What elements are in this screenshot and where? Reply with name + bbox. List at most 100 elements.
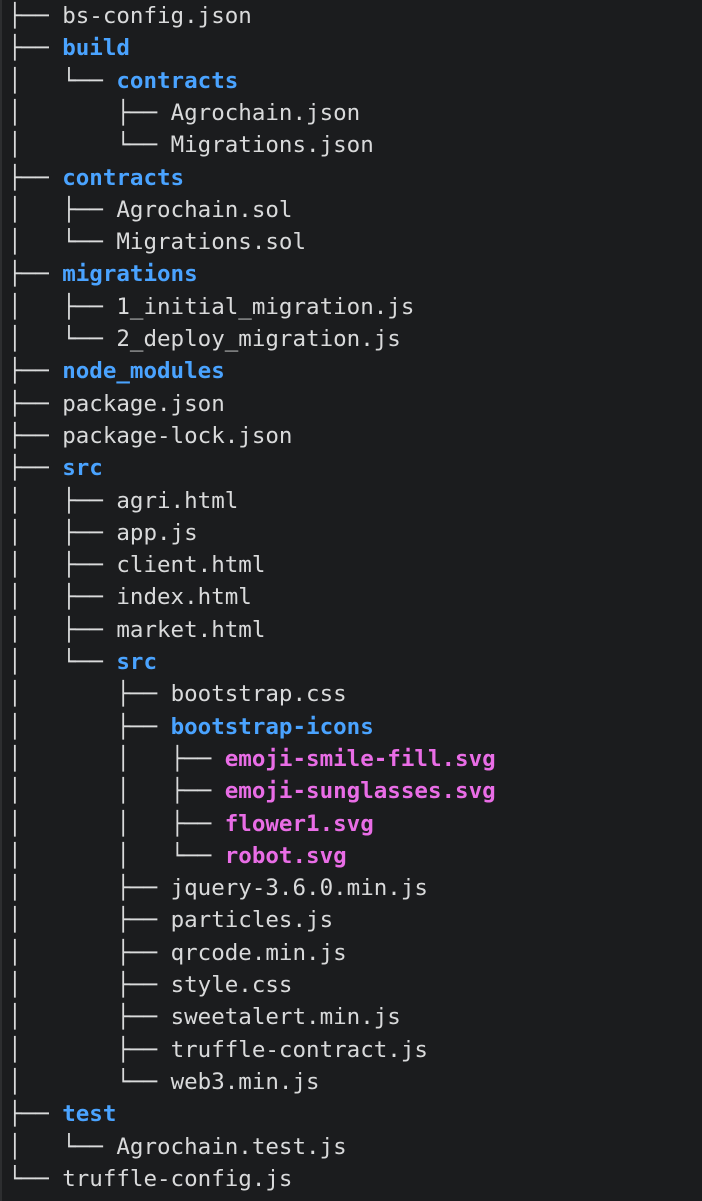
file-name[interactable]: bs-config.json: [62, 3, 252, 29]
tree-row-file[interactable]: │ ├── 1_initial_migration.js: [8, 291, 414, 323]
tree-row-file[interactable]: └── truffle-config.js: [8, 1163, 292, 1195]
file-name[interactable]: 1_initial_migration.js: [116, 294, 414, 320]
tree-row-directory[interactable]: │ └── src: [8, 646, 157, 678]
tree-row-file[interactable]: │ ├── index.html: [8, 581, 252, 613]
tree-branch-prefix: │ ├──: [8, 196, 117, 223]
tree-row-file[interactable]: │ │ ├── emoji-sunglasses.svg: [8, 775, 496, 807]
directory-tree: ├── bs-config.json ├── build │ └── contrac…: [0, 0, 702, 1201]
directory-name[interactable]: node_modules: [62, 358, 225, 384]
tree-branch-prefix: │ └──: [8, 326, 117, 352]
tree-row-directory[interactable]: ├── build: [8, 32, 130, 64]
tree-row-directory[interactable]: ├── migrations: [8, 258, 198, 290]
tree-row-file[interactable]: │ ├── agri.html: [8, 485, 238, 517]
tree-branch-prefix: └──: [8, 1165, 63, 1192]
image-file-name[interactable]: emoji-sunglasses.svg: [225, 778, 496, 804]
file-name[interactable]: web3.min.js: [171, 1069, 320, 1095]
tree-row-file[interactable]: │ │ ├── emoji-smile-fill.svg: [8, 743, 496, 775]
tree-row-directory[interactable]: │ ├── bootstrap-icons: [8, 711, 374, 743]
tree-branch-prefix: │ ├──: [8, 584, 117, 611]
tree-row-directory[interactable]: ├── contracts: [8, 162, 184, 194]
file-name[interactable]: Agrochain.json: [171, 100, 361, 126]
tree-branch-prefix: │ └──: [8, 1068, 171, 1095]
tree-row-file[interactable]: │ └── 2_deploy_migration.js: [8, 323, 401, 355]
file-name[interactable]: truffle-contract.js: [171, 1037, 428, 1063]
image-file-name[interactable]: flower1.svg: [225, 811, 374, 837]
tree-row-file[interactable]: │ ├── qrcode.min.js: [8, 937, 347, 969]
file-name[interactable]: package-lock.json: [62, 423, 292, 449]
tree-branch-prefix: ├──: [8, 358, 63, 385]
tree-row-file[interactable]: │ ├── bootstrap.css: [8, 678, 347, 710]
tree-row-file[interactable]: │ └── Migrations.sol: [8, 226, 306, 258]
tree-branch-prefix: │ └──: [8, 649, 117, 675]
tree-row-file[interactable]: │ ├── Agrochain.json: [8, 97, 360, 129]
tree-branch-prefix: │ │ ├──: [8, 745, 225, 772]
tree-row-file[interactable]: │ ├── jquery-3.6.0.min.js: [8, 872, 428, 904]
tree-row-file[interactable]: ├── package.json: [8, 388, 225, 420]
tree-row-file[interactable]: │ └── web3.min.js: [8, 1066, 320, 1098]
directory-name[interactable]: contracts: [62, 165, 184, 191]
directory-name[interactable]: migrations: [62, 261, 197, 287]
file-name[interactable]: truffle-config.js: [62, 1166, 292, 1192]
tree-row-directory[interactable]: ├── src: [8, 452, 103, 484]
tree-row-file[interactable]: │ ├── truffle-contract.js: [8, 1034, 428, 1066]
tree-branch-prefix: │ ├──: [8, 552, 117, 579]
tree-branch-prefix: ├──: [8, 261, 63, 288]
file-name[interactable]: client.html: [116, 552, 265, 578]
file-name[interactable]: Migrations.json: [171, 132, 374, 158]
tree-branch-prefix: │ ├──: [8, 907, 171, 934]
directory-name[interactable]: bootstrap-icons: [171, 714, 374, 740]
file-name[interactable]: style.css: [171, 972, 293, 998]
tree-row-file[interactable]: │ ├── market.html: [8, 614, 265, 646]
file-name[interactable]: index.html: [116, 584, 251, 610]
file-name[interactable]: app.js: [116, 520, 197, 546]
file-name[interactable]: sweetalert.min.js: [171, 1004, 401, 1030]
tree-branch-prefix: ├──: [8, 35, 63, 62]
tree-row-file[interactable]: │ ├── particles.js: [8, 904, 333, 936]
tree-branch-prefix: │ └──: [8, 1133, 117, 1160]
tree-row-file[interactable]: │ ├── sweetalert.min.js: [8, 1001, 401, 1033]
tree-row-file[interactable]: │ ├── style.css: [8, 969, 292, 1001]
tree-row-directory[interactable]: │ └── contracts: [8, 65, 238, 97]
image-file-name[interactable]: emoji-smile-fill.svg: [225, 746, 496, 772]
tree-row-file[interactable]: ├── package-lock.json: [8, 420, 292, 452]
tree-row-file[interactable]: │ ├── app.js: [8, 517, 198, 549]
file-name[interactable]: bootstrap.css: [171, 681, 347, 707]
tree-row-file[interactable]: │ ├── client.html: [8, 549, 265, 581]
directory-name[interactable]: src: [62, 455, 103, 481]
tree-branch-prefix: │ ├──: [8, 1004, 171, 1031]
file-name[interactable]: Migrations.sol: [116, 229, 306, 255]
tree-row-file[interactable]: │ ├── Agrochain.sol: [8, 194, 292, 226]
directory-name[interactable]: src: [116, 649, 157, 675]
file-name[interactable]: Agrochain.test.js: [116, 1134, 346, 1160]
tree-branch-prefix: │ └──: [8, 67, 117, 94]
file-name[interactable]: qrcode.min.js: [171, 940, 347, 966]
tree-branch-prefix: │ │ └──: [8, 842, 225, 869]
image-file-name[interactable]: robot.svg: [225, 843, 347, 869]
tree-row-file[interactable]: │ │ ├── flower1.svg: [8, 808, 374, 840]
tree-row-file[interactable]: ├── bs-config.json: [8, 0, 252, 32]
tree-row-file[interactable]: │ └── Agrochain.test.js: [8, 1131, 347, 1163]
file-name[interactable]: particles.js: [171, 907, 334, 933]
tree-branch-prefix: │ ├──: [8, 1036, 171, 1063]
file-name[interactable]: Agrochain.sol: [116, 197, 292, 223]
file-name[interactable]: agri.html: [116, 488, 238, 514]
tree-branch-prefix: │ ├──: [8, 713, 171, 740]
tree-branch-prefix: │ │ ├──: [8, 778, 225, 805]
tree-row-directory[interactable]: ├── node_modules: [8, 355, 225, 387]
tree-branch-prefix: │ ├──: [8, 616, 117, 643]
directory-name[interactable]: test: [62, 1101, 116, 1127]
tree-row-file[interactable]: │ └── Migrations.json: [8, 129, 374, 161]
file-name[interactable]: package.json: [62, 391, 225, 417]
directory-name[interactable]: build: [62, 35, 130, 61]
tree-branch-prefix: │ │ ├──: [8, 810, 225, 837]
file-name[interactable]: jquery-3.6.0.min.js: [171, 875, 428, 901]
file-name[interactable]: market.html: [116, 617, 265, 643]
tree-branch-prefix: ├──: [8, 1101, 63, 1128]
tree-branch-prefix: │ ├──: [8, 487, 117, 514]
tree-branch-prefix: │ ├──: [8, 939, 171, 966]
tree-row-directory[interactable]: ├── test: [8, 1098, 116, 1130]
file-name[interactable]: 2_deploy_migration.js: [116, 326, 400, 352]
tree-branch-prefix: │ ├──: [8, 519, 117, 546]
directory-name[interactable]: contracts: [116, 68, 238, 94]
tree-row-file[interactable]: │ │ └── robot.svg: [8, 840, 347, 872]
